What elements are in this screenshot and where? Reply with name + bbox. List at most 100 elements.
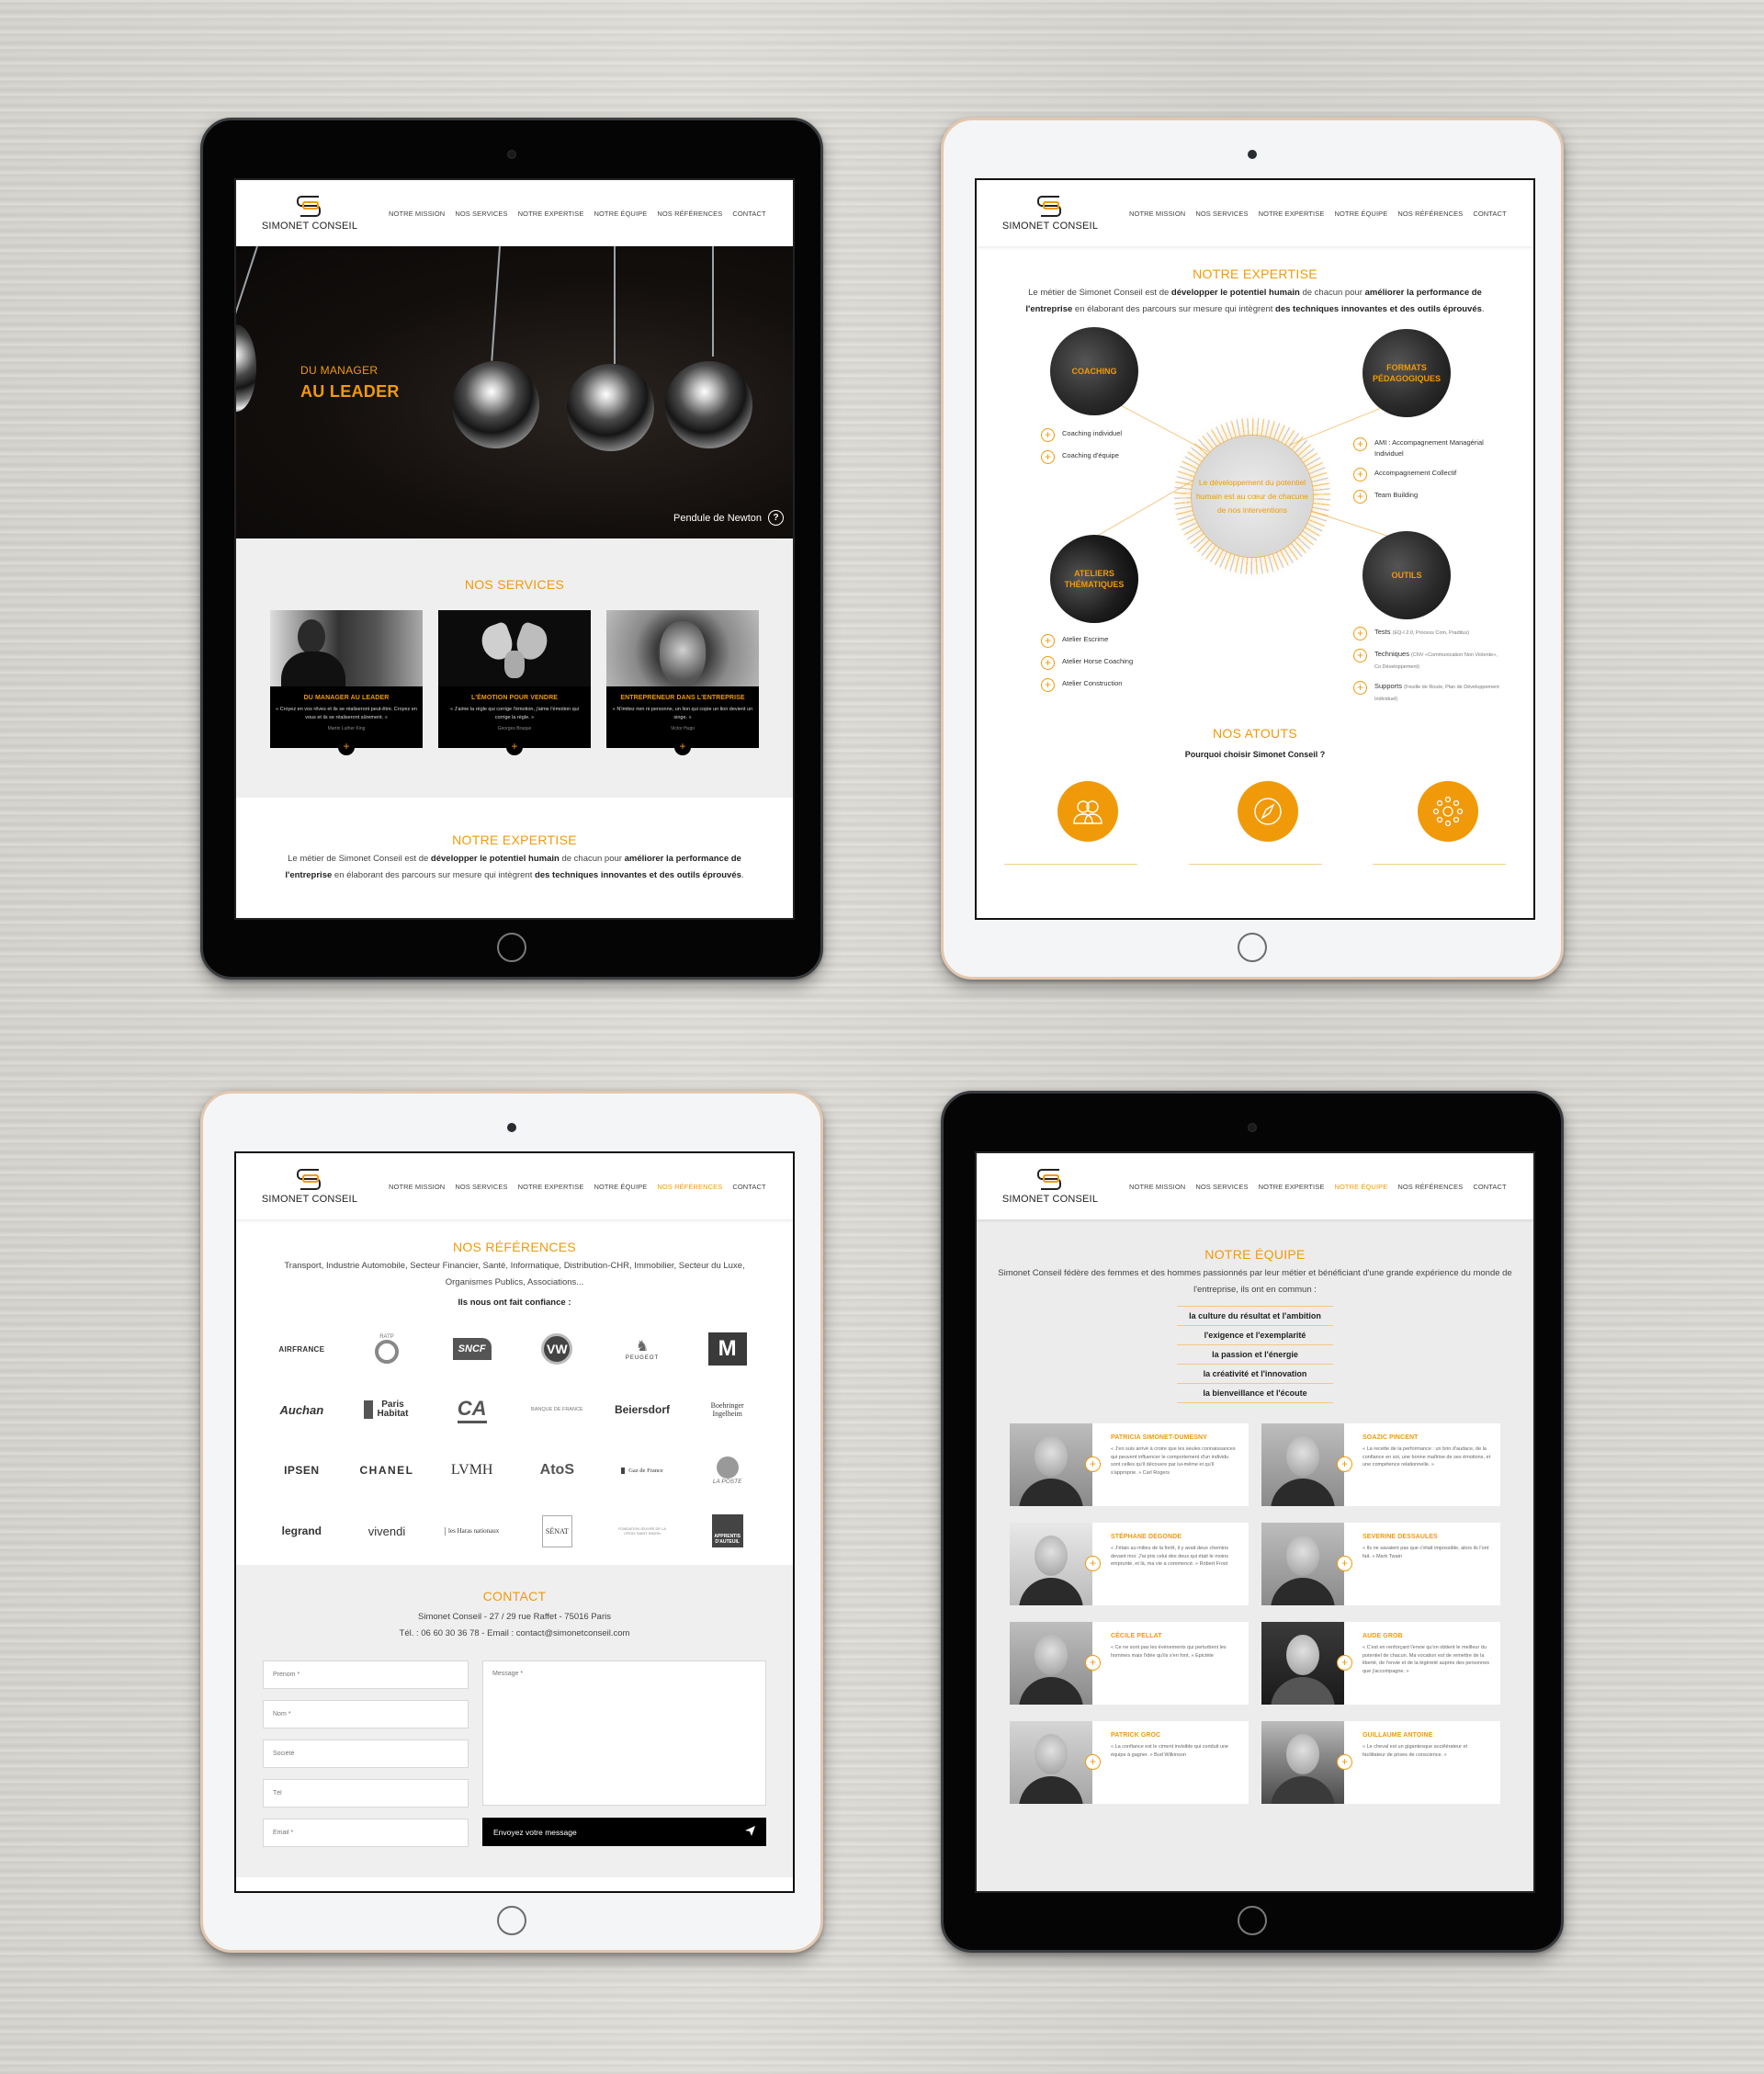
home-button[interactable] <box>1238 1906 1267 1935</box>
trust-label: Ils nous ont fait confiance : <box>458 1298 571 1308</box>
list-item[interactable]: + Coaching d'équipe <box>1041 450 1188 464</box>
list-item[interactable]: + Techniques (CNV «Communication Non Viol… <box>1353 649 1500 673</box>
nav-nos-references[interactable]: NOS RÉFÉRENCES <box>657 210 722 218</box>
nav-notre-expertise[interactable]: NOTRE EXPERTISE <box>518 1183 584 1191</box>
member-name: GUILLAUME ANTOINE <box>1363 1732 1433 1739</box>
logo[interactable]: SIMONET CONSEIL <box>1002 195 1098 232</box>
nav-notre-mission[interactable]: NOTRE MISSION <box>389 1183 445 1191</box>
service-card-quote: « N'imitez rien ni personne, un lion qui… <box>612 707 753 720</box>
plus-icon[interactable]: + <box>338 739 355 755</box>
logo[interactable]: SIMONET CONSEIL <box>262 1168 357 1205</box>
nav-notre-equipe[interactable]: NOTRE ÉQUIPE <box>594 210 647 218</box>
category-coaching[interactable]: COACHING <box>1050 327 1138 415</box>
team-member-card[interactable]: + PATRICIA SIMONET-DUMESNY « J'en suis ar… <box>1010 1423 1249 1506</box>
list-item[interactable]: + Atelier Horse Coaching <box>1041 656 1188 670</box>
nav-notre-mission[interactable]: NOTRE MISSION <box>1129 1183 1185 1191</box>
client-logo: M <box>684 1330 770 1368</box>
team-member-card[interactable]: + PATRICK GROC « La confiance est le cime… <box>1010 1721 1249 1804</box>
team-member-card[interactable]: + SOAZIC PINCENT « La recette de la perfo… <box>1261 1423 1500 1506</box>
plus-circle-icon[interactable]: + <box>1085 1456 1101 1472</box>
nav-notre-expertise[interactable]: NOTRE EXPERTISE <box>518 210 584 218</box>
category-ateliers[interactable]: ATELIERS THÉMATIQUES <box>1050 535 1138 623</box>
logo[interactable]: SIMONET CONSEIL <box>1002 1168 1098 1205</box>
nav-nos-references[interactable]: NOS RÉFÉRENCES <box>657 1183 722 1191</box>
team-member-card[interactable]: + GUILLAUME ANTOINE « Le cheval est un gi… <box>1261 1721 1500 1804</box>
network-circles-icon[interactable] <box>1418 781 1478 842</box>
plus-icon[interactable]: + <box>506 739 523 755</box>
main-nav: NOTRE MISSION NOS SERVICES NOTRE EXPERTI… <box>1129 210 1507 218</box>
list-item[interactable]: + Accompagnement Collectif <box>1353 468 1500 482</box>
nav-nos-references[interactable]: NOS RÉFÉRENCES <box>1397 210 1463 218</box>
compass-icon[interactable] <box>1238 781 1298 842</box>
expertise-section: NOTRE EXPERTISE Le métier de Simonet Con… <box>977 246 1533 318</box>
service-card[interactable]: DU MANAGER AU LEADER « Croyez en vos rêv… <box>270 610 423 755</box>
plus-circle-icon[interactable]: + <box>1337 1456 1352 1472</box>
service-card[interactable]: ENTREPRENEUR DANS L'ENTREPRISE « N'imite… <box>606 610 759 755</box>
firstname-input[interactable] <box>263 1660 469 1689</box>
home-button[interactable] <box>497 1906 526 1935</box>
category-formats[interactable]: FORMATS PÉDAGOGIQUES <box>1363 329 1451 417</box>
hero-caption[interactable]: Pendule de Newton ? <box>673 510 784 526</box>
client-logo: SNCF <box>429 1330 514 1368</box>
message-textarea[interactable] <box>482 1660 766 1806</box>
nav-notre-equipe[interactable]: NOTRE ÉQUIPE <box>1334 1183 1387 1191</box>
list-item[interactable]: + Coaching individuel <box>1041 428 1188 442</box>
team-member-card[interactable]: + STÉPHANE DEGONDE « J'étais au milieu de… <box>1010 1523 1249 1605</box>
people-icon[interactable] <box>1057 781 1118 842</box>
plus-circle-icon[interactable]: + <box>1337 1655 1352 1671</box>
lastname-input[interactable] <box>263 1700 469 1728</box>
team-values: la culture du résultat et l'ambition l'e… <box>1177 1306 1333 1403</box>
logo[interactable]: SIMONET CONSEIL <box>262 195 357 232</box>
list-item[interactable]: + Team Building <box>1353 490 1500 504</box>
list-item[interactable]: + Tests (EQ-I 2.0, Process Com, Praditus) <box>1353 627 1500 640</box>
nav-contact[interactable]: CONTACT <box>732 210 765 218</box>
company-input[interactable] <box>263 1740 469 1768</box>
list-item[interactable]: + Atelier Construction <box>1041 678 1188 692</box>
home-button[interactable] <box>1238 933 1267 962</box>
nav-contact[interactable]: CONTACT <box>732 1183 765 1191</box>
member-quote: « Le cheval est un gigantesque accélérat… <box>1363 1744 1468 1758</box>
team-member-card[interactable]: + CÉCILE PELLAT « Ce ne sont pas les évèn… <box>1010 1622 1249 1705</box>
nav-nos-references[interactable]: NOS RÉFÉRENCES <box>1397 1183 1463 1191</box>
plus-circle-icon[interactable]: + <box>1085 1655 1101 1671</box>
member-quote: « La confiance est le ciment invisible q… <box>1111 1744 1229 1758</box>
home-button[interactable] <box>497 933 526 962</box>
phone-input[interactable] <box>263 1779 469 1808</box>
team-member-card[interactable]: + AUDE GROB « C'est en renforçant l'envie… <box>1261 1622 1500 1705</box>
logo-icon <box>1037 195 1063 218</box>
question-circle-icon[interactable]: ? <box>768 510 784 526</box>
plus-circle-icon[interactable]: + <box>1085 1754 1101 1770</box>
nav-nos-services[interactable]: NOS SERVICES <box>1195 210 1248 218</box>
plus-circle-icon[interactable]: + <box>1337 1754 1352 1770</box>
send-message-button[interactable]: Envoyez votre message <box>482 1818 766 1846</box>
nav-notre-mission[interactable]: NOTRE MISSION <box>389 210 445 218</box>
service-card-title: ENTREPRENEUR DANS L'ENTREPRISE <box>620 695 745 701</box>
email-input[interactable] <box>263 1819 469 1847</box>
nav-notre-equipe[interactable]: NOTRE ÉQUIPE <box>594 1183 647 1191</box>
atouts-subtitle: Pourquoi choisir Simonet Conseil ? <box>1184 750 1326 759</box>
list-item[interactable]: + AMI : Accompagnement Managérial Individ… <box>1353 437 1500 459</box>
client-logo: ♞ PEUGEOT <box>625 1339 660 1361</box>
nav-notre-expertise[interactable]: NOTRE EXPERTISE <box>1259 1183 1325 1191</box>
nav-nos-services[interactable]: NOS SERVICES <box>455 1183 507 1191</box>
nav-notre-expertise[interactable]: NOTRE EXPERTISE <box>1259 210 1325 218</box>
list-item[interactable]: + Atelier Escrime <box>1041 634 1188 648</box>
nav-notre-equipe[interactable]: NOTRE ÉQUIPE <box>1334 210 1387 218</box>
team-member-card[interactable]: + SEVERINE DESSAULES « Ils ne savaient pa… <box>1261 1523 1500 1605</box>
service-card[interactable]: L'ÉMOTION POUR VENDRE « J'aime la règle … <box>438 610 591 755</box>
service-card-quote: « J'aime la règle qui corrige l'émotion,… <box>450 707 579 720</box>
plus-circle-icon[interactable]: + <box>1085 1556 1101 1571</box>
contact-phone-email[interactable]: Tél. : 06 60 30 36 78 - Email : contact@… <box>236 1626 793 1642</box>
nav-nos-services[interactable]: NOS SERVICES <box>455 210 507 218</box>
nav-contact[interactable]: CONTACT <box>1473 1183 1506 1191</box>
nav-contact[interactable]: CONTACT <box>1473 210 1506 218</box>
pendulum-ball <box>665 361 752 448</box>
nav-nos-services[interactable]: NOS SERVICES <box>1195 1183 1248 1191</box>
pendulum-ball <box>452 361 539 448</box>
plus-icon[interactable]: + <box>674 739 691 755</box>
category-outils[interactable]: OUTILS <box>1363 531 1451 619</box>
site-header: SIMONET CONSEIL NOTRE MISSION NOS SERVIC… <box>977 1153 1533 1219</box>
plus-circle-icon[interactable]: + <box>1337 1556 1352 1571</box>
nav-notre-mission[interactable]: NOTRE MISSION <box>1129 210 1185 218</box>
list-item[interactable]: + Supports (Feuille de Route, Plan de Dév… <box>1353 681 1500 705</box>
